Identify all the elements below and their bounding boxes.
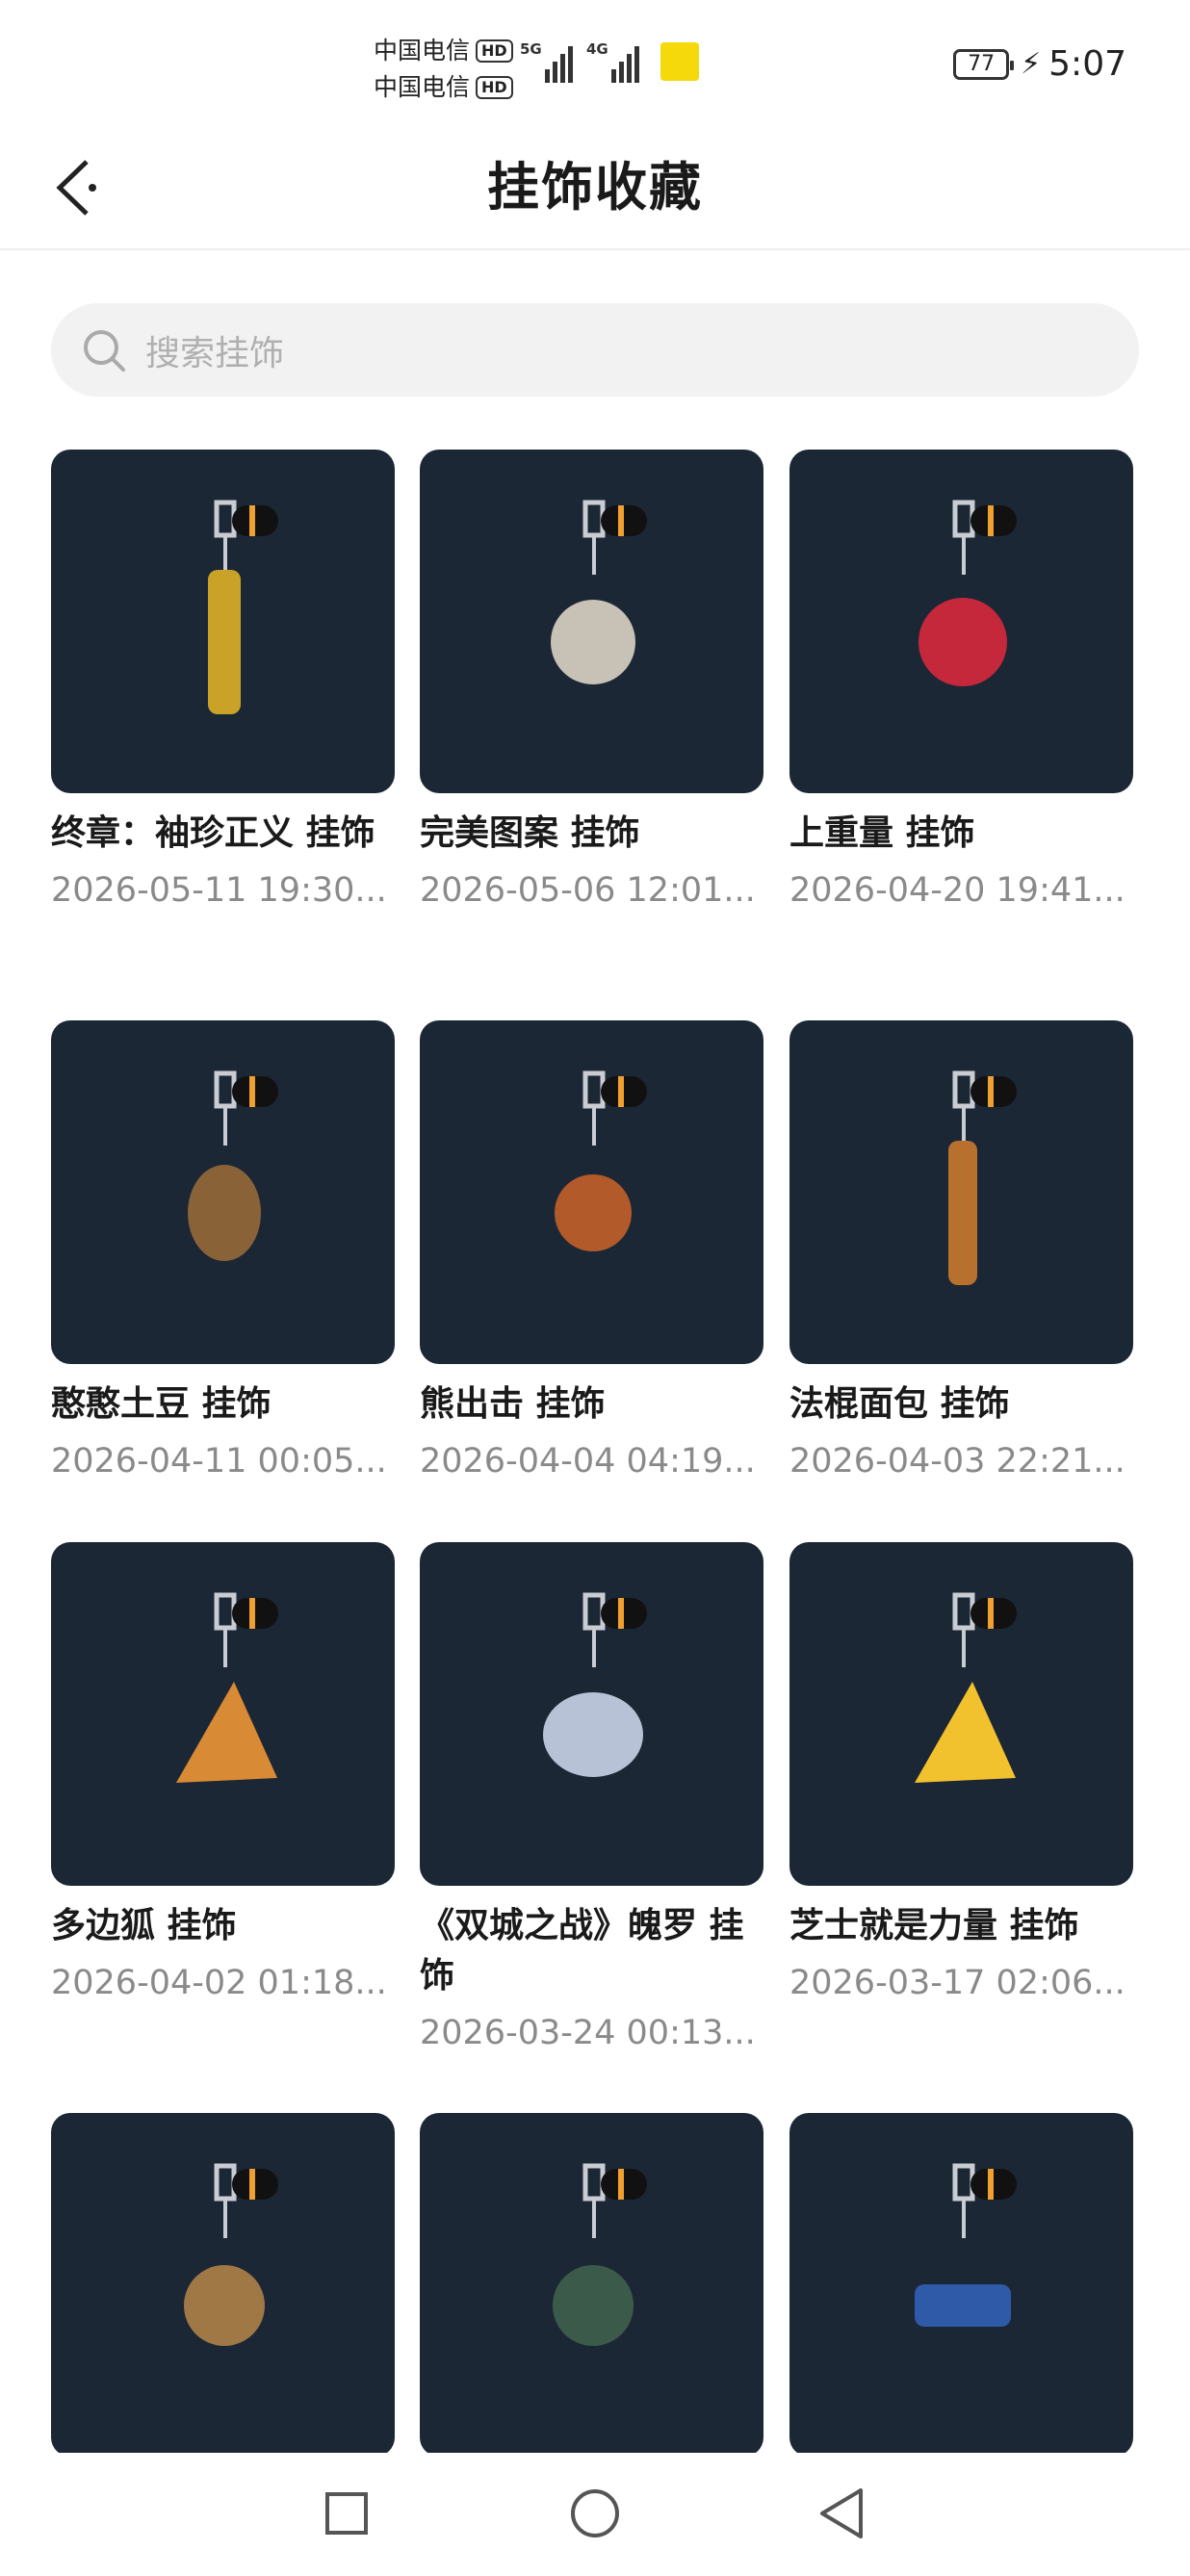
charm-card[interactable]: 多边狐 挂饰 2026-04-02 01:18... <box>51 1542 395 2007</box>
battery-time: 77 ⚡ 5:07 <box>953 44 1126 84</box>
potato-charm-icon <box>51 1020 395 1364</box>
home-button[interactable] <box>556 2480 634 2547</box>
signal-4g-icon: 4G <box>586 40 639 83</box>
charm-card[interactable]: 憨憨土豆 挂饰 2026-04-11 00:05... <box>51 1020 395 1485</box>
charm-date: 2026-04-20 19:41... <box>789 871 1125 910</box>
cheese-charm-icon <box>789 1542 1133 1886</box>
system-back-button[interactable] <box>803 2480 880 2547</box>
signal-5g-icon: 5G <box>520 40 573 83</box>
poro-charm-icon <box>420 1542 763 1886</box>
charm-date: 2026-04-04 04:19... <box>420 1442 756 1481</box>
square-icon <box>325 2492 368 2535</box>
charm-title: 芝士就是力量 挂饰 <box>789 1906 1079 1945</box>
system-navigation-bar <box>0 2453 1190 2576</box>
charm-date: 2026-05-11 19:30... <box>51 871 387 910</box>
charm-date: 2026-04-03 22:21... <box>789 1442 1125 1481</box>
bear-charm-icon <box>420 1020 763 1364</box>
charm-date: 2026-04-11 00:05... <box>51 1442 387 1481</box>
charm-card[interactable]: 完美图案 挂饰 2026-05-06 12:01... <box>420 450 763 914</box>
charm-title: 多边狐 挂饰 <box>51 1906 237 1945</box>
status-bar: 中国电信 HD 中国电信 HD 5G 4G 77 ⚡ 5:07 <box>0 0 1190 125</box>
battery-icon: 77 <box>953 48 1015 80</box>
charm-title: 法棍面包 挂饰 <box>789 1384 1010 1424</box>
corgi-medal-charm-icon <box>51 2113 395 2457</box>
search-icon <box>80 326 128 374</box>
charm-card[interactable]: 《双城之战》魄罗 挂饰 2026-03-24 00:13... <box>420 1542 763 2057</box>
doll-charm-icon <box>420 450 763 793</box>
recent-apps-button[interactable] <box>308 2480 385 2547</box>
charm-card[interactable] <box>420 2113 763 2457</box>
circle-icon <box>571 2489 619 2537</box>
charm-title: 完美图案 挂饰 <box>420 813 640 853</box>
charm-title: 憨憨土豆 挂饰 <box>51 1384 272 1424</box>
charm-card[interactable] <box>51 2113 395 2457</box>
charm-card[interactable] <box>789 2113 1133 2457</box>
charging-icon: ⚡ <box>1021 47 1042 81</box>
baguette-charm-icon <box>789 1020 1133 1364</box>
charm-card[interactable]: 芝士就是力量 挂饰 2026-03-17 02:06... <box>789 1542 1133 2007</box>
app-notification-icon <box>660 42 699 81</box>
hd-badge: HD <box>476 76 513 99</box>
charm-date: 2026-03-17 02:06... <box>789 1964 1125 2002</box>
charm-card[interactable]: 熊出击 挂饰 2026-04-04 04:19... <box>420 1020 763 1485</box>
charm-title: 上重量 挂饰 <box>789 813 975 853</box>
boat-charm-icon <box>789 2113 1133 2457</box>
carrier-info: 中国电信 HD 中国电信 HD <box>374 33 513 106</box>
search-input[interactable]: 搜索挂饰 <box>51 303 1139 397</box>
charm-card[interactable]: 上重量 挂饰 2026-04-20 19:41... <box>789 450 1133 914</box>
carrier-1: 中国电信 <box>374 37 471 64</box>
charm-title: 《双城之战》魄罗 挂饰 <box>420 1906 744 1996</box>
search-placeholder: 搜索挂饰 <box>145 333 285 374</box>
triangle-back-icon <box>820 2488 863 2538</box>
charm-date: 2026-04-02 01:18... <box>51 1964 387 2002</box>
signal-indicators: 5G 4G <box>520 40 699 83</box>
charm-title: 终章：袖珍正义 挂饰 <box>51 813 375 853</box>
golden-gun-charm-icon <box>51 450 395 793</box>
fox-charm-icon <box>51 1542 395 1886</box>
charm-date: 2026-03-24 00:13... <box>420 2014 756 2052</box>
plant-drop-charm-icon <box>420 2113 763 2457</box>
page-title: 挂饰收藏 <box>487 157 703 218</box>
charm-card[interactable]: 终章：袖珍正义 挂饰 2026-05-11 19:30... <box>51 450 395 914</box>
charm-card[interactable]: 法棍面包 挂饰 2026-04-03 22:21... <box>789 1020 1133 1485</box>
hd-badge: HD <box>476 39 513 63</box>
header: 挂饰收藏 <box>0 125 1190 250</box>
clock: 5:07 <box>1048 44 1126 84</box>
charm-title: 熊出击 挂饰 <box>420 1384 606 1424</box>
charm-date: 2026-05-06 12:01... <box>420 871 756 910</box>
kettlebell-charm-icon <box>789 450 1133 793</box>
carrier-2: 中国电信 <box>374 73 471 101</box>
